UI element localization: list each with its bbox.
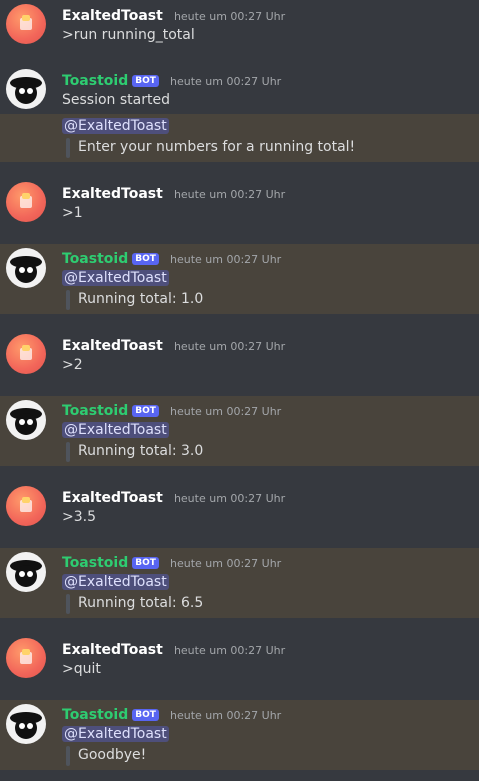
author-name[interactable]: ExaltedToast <box>62 186 163 202</box>
message-header: Toastoid BOT heute um 00:27 Uhr <box>62 400 281 419</box>
message-header: Toastoid BOT heute um 00:27 Uhr <box>62 704 281 723</box>
bot-badge: BOT <box>132 75 159 87</box>
timestamp: heute um 00:27 Uhr <box>169 557 282 570</box>
timestamp: heute um 00:27 Uhr <box>173 188 286 201</box>
user-mention[interactable]: @ExaltedToast <box>62 422 169 438</box>
author-name[interactable]: ExaltedToast <box>62 8 163 24</box>
quote-bar <box>66 442 70 462</box>
timestamp: heute um 00:27 Uhr <box>169 253 282 266</box>
quote-bar <box>66 594 70 614</box>
user-mention[interactable]: @ExaltedToast <box>62 726 169 742</box>
bot-badge: BOT <box>132 709 159 721</box>
author-name[interactable]: Toastoid <box>62 707 128 723</box>
message-text: >1 <box>62 205 83 221</box>
quote-bar <box>66 746 70 766</box>
message-header: Toastoid BOT heute um 00:27 Uhr <box>62 70 281 89</box>
quote-text: Running total: 3.0 <box>78 443 204 459</box>
message-text: >3.5 <box>62 509 96 525</box>
message-header: ExaltedToast heute um 00:27 Uhr <box>62 335 285 354</box>
author-name[interactable]: ExaltedToast <box>62 642 163 658</box>
quote-text: Running total: 6.5 <box>78 595 204 611</box>
author-name[interactable]: ExaltedToast <box>62 490 163 506</box>
bot-avatar-icon[interactable] <box>6 248 46 288</box>
bot-badge: BOT <box>132 253 159 265</box>
timestamp: heute um 00:27 Uhr <box>169 75 282 88</box>
timestamp: heute um 00:27 Uhr <box>173 492 286 505</box>
message-text: >run running_total <box>62 27 195 43</box>
user-avatar-icon[interactable] <box>6 486 46 526</box>
quote-bar <box>66 138 70 158</box>
message-header: Toastoid BOT heute um 00:27 Uhr <box>62 552 281 571</box>
author-name[interactable]: ExaltedToast <box>62 338 163 354</box>
timestamp: heute um 00:27 Uhr <box>169 405 282 418</box>
user-avatar-icon[interactable] <box>6 638 46 678</box>
message-header: ExaltedToast heute um 00:27 Uhr <box>62 5 285 24</box>
message-header: ExaltedToast heute um 00:27 Uhr <box>62 639 285 658</box>
user-avatar-icon[interactable] <box>6 334 46 374</box>
author-name[interactable]: Toastoid <box>62 251 128 267</box>
author-name[interactable]: Toastoid <box>62 555 128 571</box>
user-mention[interactable]: @ExaltedToast <box>62 574 169 590</box>
bot-avatar-icon[interactable] <box>6 704 46 744</box>
message-text: >2 <box>62 357 83 373</box>
quote-text: Enter your numbers for a running total! <box>78 139 356 155</box>
timestamp: heute um 00:27 Uhr <box>173 340 286 353</box>
author-name[interactable]: Toastoid <box>62 403 128 419</box>
message-text: Session started <box>62 92 170 108</box>
quote-text: Goodbye! <box>78 747 147 763</box>
user-mention[interactable]: @ExaltedToast <box>62 118 169 134</box>
author-name[interactable]: Toastoid <box>62 73 128 89</box>
timestamp: heute um 00:27 Uhr <box>173 644 286 657</box>
quote-text: Running total: 1.0 <box>78 291 204 307</box>
bot-badge: BOT <box>132 405 159 417</box>
bot-avatar-icon[interactable] <box>6 552 46 592</box>
user-mention[interactable]: @ExaltedToast <box>62 270 169 286</box>
message-text: >quit <box>62 661 101 677</box>
message-header: ExaltedToast heute um 00:27 Uhr <box>62 183 285 202</box>
message-header: ExaltedToast heute um 00:27 Uhr <box>62 487 285 506</box>
timestamp: heute um 00:27 Uhr <box>169 709 282 722</box>
bot-badge: BOT <box>132 557 159 569</box>
user-avatar-icon[interactable] <box>6 4 46 44</box>
message-header: Toastoid BOT heute um 00:27 Uhr <box>62 248 281 267</box>
bot-avatar-icon[interactable] <box>6 400 46 440</box>
user-avatar-icon[interactable] <box>6 182 46 222</box>
bot-avatar-icon[interactable] <box>6 69 46 109</box>
timestamp: heute um 00:27 Uhr <box>173 10 286 23</box>
quote-bar <box>66 290 70 310</box>
